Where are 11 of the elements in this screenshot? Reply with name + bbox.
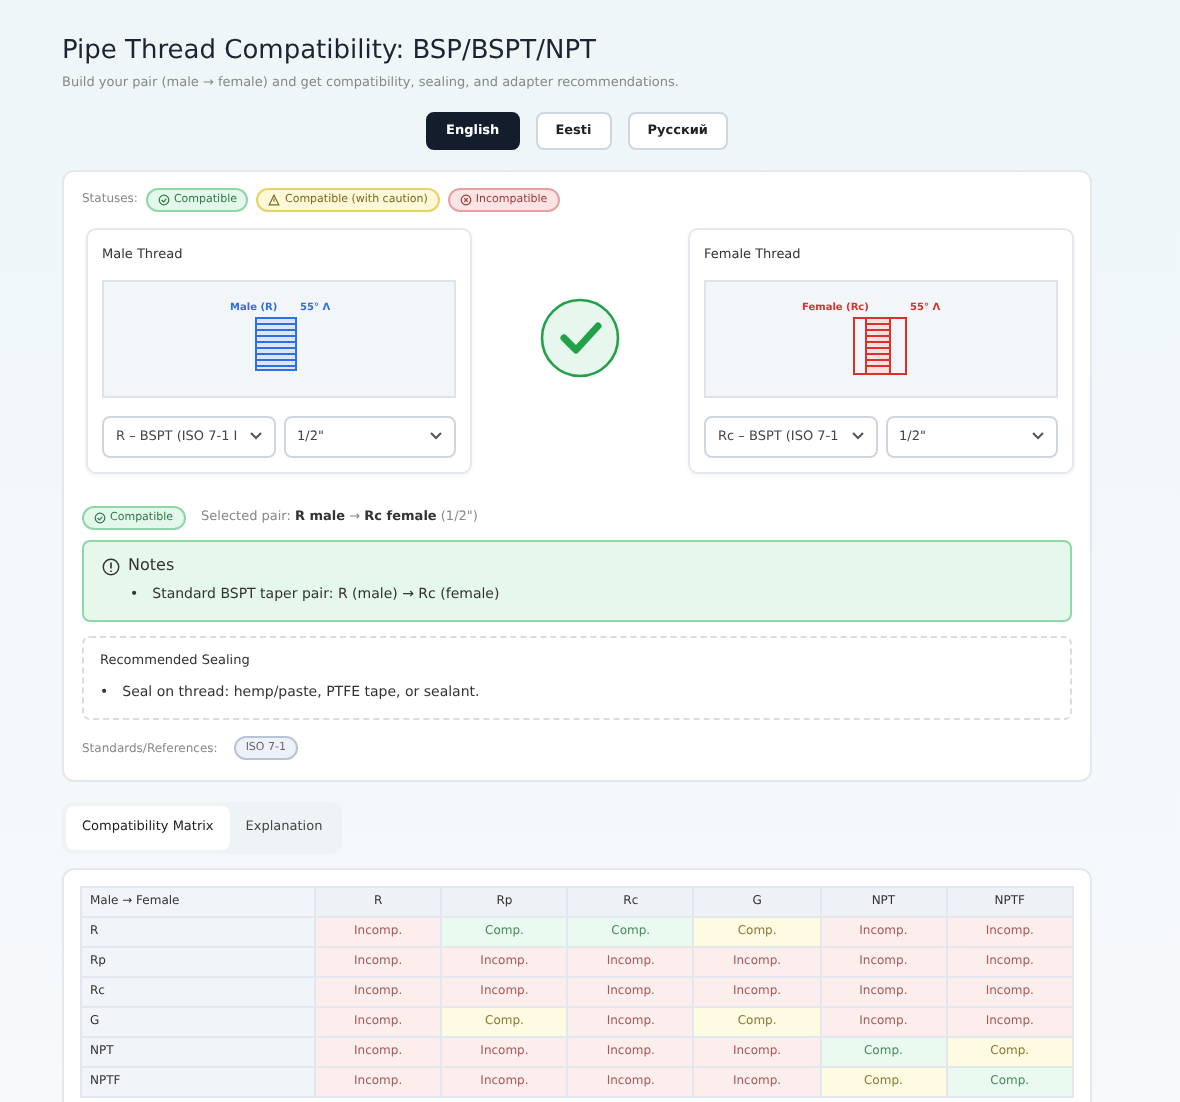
check-circle-icon — [157, 193, 170, 206]
info-icon — [102, 557, 120, 576]
caret-icon — [851, 432, 863, 441]
page-title: Pipe Thread Compatibility: BSP/BSPT/NPT — [62, 36, 598, 68]
caret-icon — [1032, 432, 1044, 441]
check-circle-icon — [94, 512, 106, 525]
notes-title: Notes — [128, 554, 175, 579]
warning-icon — [268, 193, 281, 206]
caret-icon — [249, 432, 261, 441]
caret-icon — [430, 432, 442, 441]
x-circle-icon — [459, 193, 472, 206]
